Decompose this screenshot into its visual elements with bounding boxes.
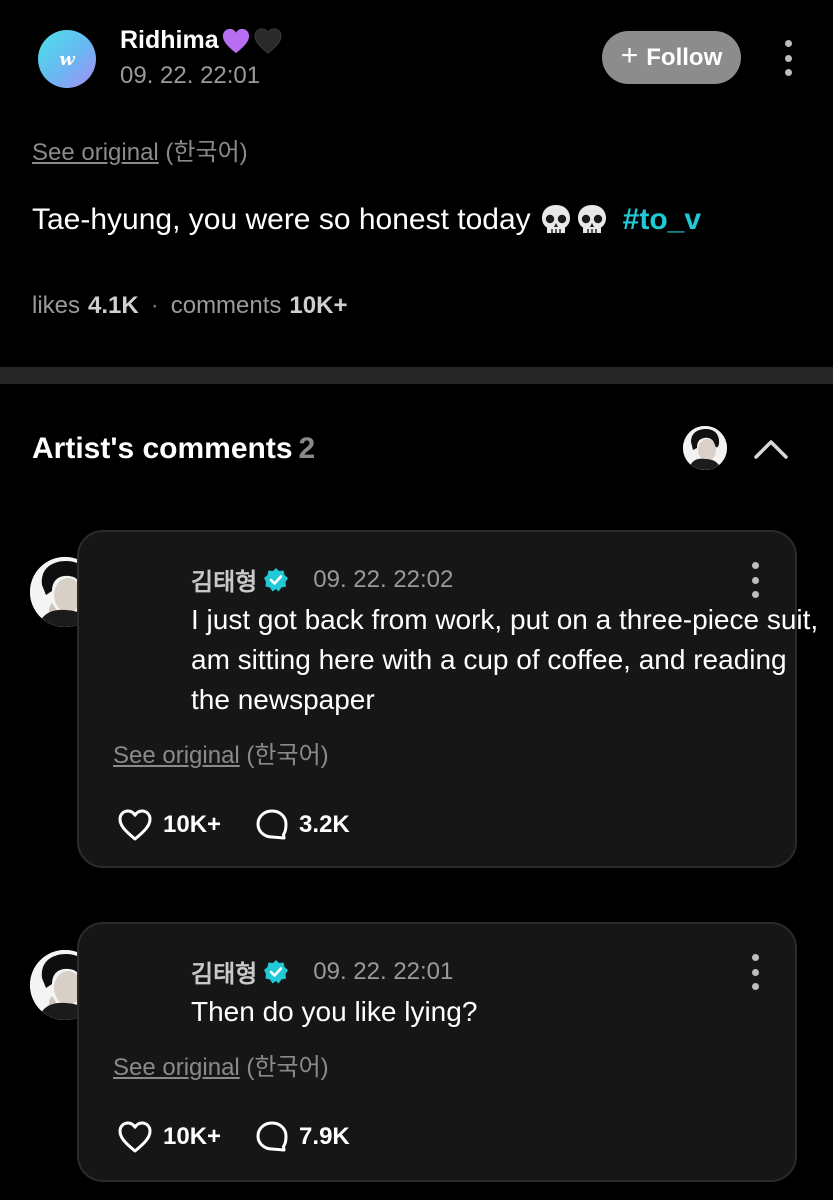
comment-bubble-icon bbox=[256, 1121, 288, 1152]
comment-bubble-icon bbox=[256, 809, 288, 840]
comment-header: 김태형 09. 22. 22:02 bbox=[191, 562, 453, 597]
comment-more-icon[interactable] bbox=[750, 562, 760, 598]
see-original-link[interactable]: See original bbox=[113, 742, 240, 769]
artist-comments-label: Artist's comments bbox=[32, 432, 293, 465]
artist-avatar[interactable] bbox=[683, 426, 727, 470]
author-name-row[interactable]: Ridhima bbox=[120, 26, 283, 55]
comment-author-name[interactable]: 김태형 bbox=[191, 562, 257, 597]
comment-author-name[interactable]: 김태형 bbox=[191, 954, 257, 989]
post-timestamp: 09. 22. 22:01 bbox=[120, 62, 261, 89]
black-heart-icon bbox=[254, 27, 282, 54]
comment-actions: 10K+ 7.9K bbox=[117, 1120, 350, 1154]
comment-card: 김태형 09. 22. 22:02 I just got back from w… bbox=[77, 530, 818, 868]
reply-count: 7.9K bbox=[299, 1123, 350, 1150]
comment-more-icon[interactable] bbox=[750, 954, 760, 990]
comment-header: 김태형 09. 22. 22:01 bbox=[191, 954, 453, 989]
stats-separator: · bbox=[150, 292, 159, 319]
artist-comments-count: 2 bbox=[298, 432, 316, 465]
post-stats: likes 4.1K · comments 10K+ bbox=[32, 292, 347, 320]
skull-icon bbox=[577, 205, 606, 233]
comments-count[interactable]: 10K+ bbox=[289, 292, 347, 320]
reply-count: 3.2K bbox=[299, 811, 350, 838]
heart-icon bbox=[118, 809, 152, 841]
follow-label: Follow bbox=[646, 43, 723, 71]
comment-see-original: See original (한국어) bbox=[113, 735, 329, 770]
follow-button[interactable]: + Follow bbox=[602, 31, 741, 84]
author-name: Ridhima bbox=[120, 26, 219, 54]
comment-card: 김태형 09. 22. 22:01 Then do you like lying… bbox=[77, 922, 797, 1182]
comment-timestamp: 09. 22. 22:02 bbox=[313, 565, 454, 593]
see-original-link[interactable]: See original bbox=[113, 1054, 240, 1081]
heart-icon bbox=[118, 1121, 152, 1153]
comment-see-original: See original (한국어) bbox=[113, 1047, 329, 1082]
post-see-original: See original (한국어) bbox=[32, 132, 248, 167]
like-count: 10K+ bbox=[163, 811, 222, 838]
post-text: Tae-hyung, you were so honest today bbox=[32, 203, 531, 236]
like-button[interactable]: 10K+ bbox=[117, 1120, 221, 1154]
chevron-up-icon[interactable] bbox=[751, 433, 791, 463]
comment-timestamp: 09. 22. 22:01 bbox=[313, 957, 454, 985]
reply-button[interactable]: 3.2K bbox=[255, 808, 350, 842]
like-button[interactable]: 10K+ bbox=[117, 808, 221, 842]
author-avatar[interactable]: w bbox=[38, 30, 96, 88]
likes-label: likes bbox=[32, 292, 81, 319]
post-more-icon[interactable] bbox=[783, 40, 793, 76]
verified-badge-icon bbox=[264, 959, 289, 983]
comment-text: Then do you like lying? bbox=[191, 996, 478, 1027]
verified-badge-icon bbox=[264, 567, 289, 591]
original-language: (한국어) bbox=[246, 1054, 329, 1081]
w-logo-icon: w bbox=[59, 48, 75, 70]
skull-emojis bbox=[539, 203, 609, 237]
post-header: w Ridhima 09. 22. 22:01 + Follow bbox=[0, 0, 833, 120]
see-original-link[interactable]: See original bbox=[32, 139, 159, 166]
purple-heart-icon bbox=[222, 28, 249, 53]
skull-icon bbox=[541, 205, 570, 233]
original-language: (한국어) bbox=[246, 742, 329, 769]
comment-actions: 10K+ 3.2K bbox=[117, 808, 350, 842]
like-count: 10K+ bbox=[163, 1123, 222, 1150]
reply-button[interactable]: 7.9K bbox=[255, 1120, 350, 1154]
comment-text: I just got back from work, put on a thre… bbox=[191, 604, 819, 715]
post-body: Tae-hyung, you were so honest today #to_… bbox=[32, 203, 701, 237]
artist-portrait-icon bbox=[683, 426, 727, 470]
likes-count[interactable]: 4.1K bbox=[88, 292, 139, 320]
original-language: (한국어) bbox=[165, 139, 248, 166]
comments-label: comments bbox=[170, 292, 282, 319]
hashtag-link[interactable]: #to_v bbox=[623, 203, 701, 237]
artist-comments-title: Artist's comments 2 bbox=[32, 432, 315, 466]
plus-icon: + bbox=[620, 39, 639, 72]
section-divider bbox=[0, 367, 833, 384]
